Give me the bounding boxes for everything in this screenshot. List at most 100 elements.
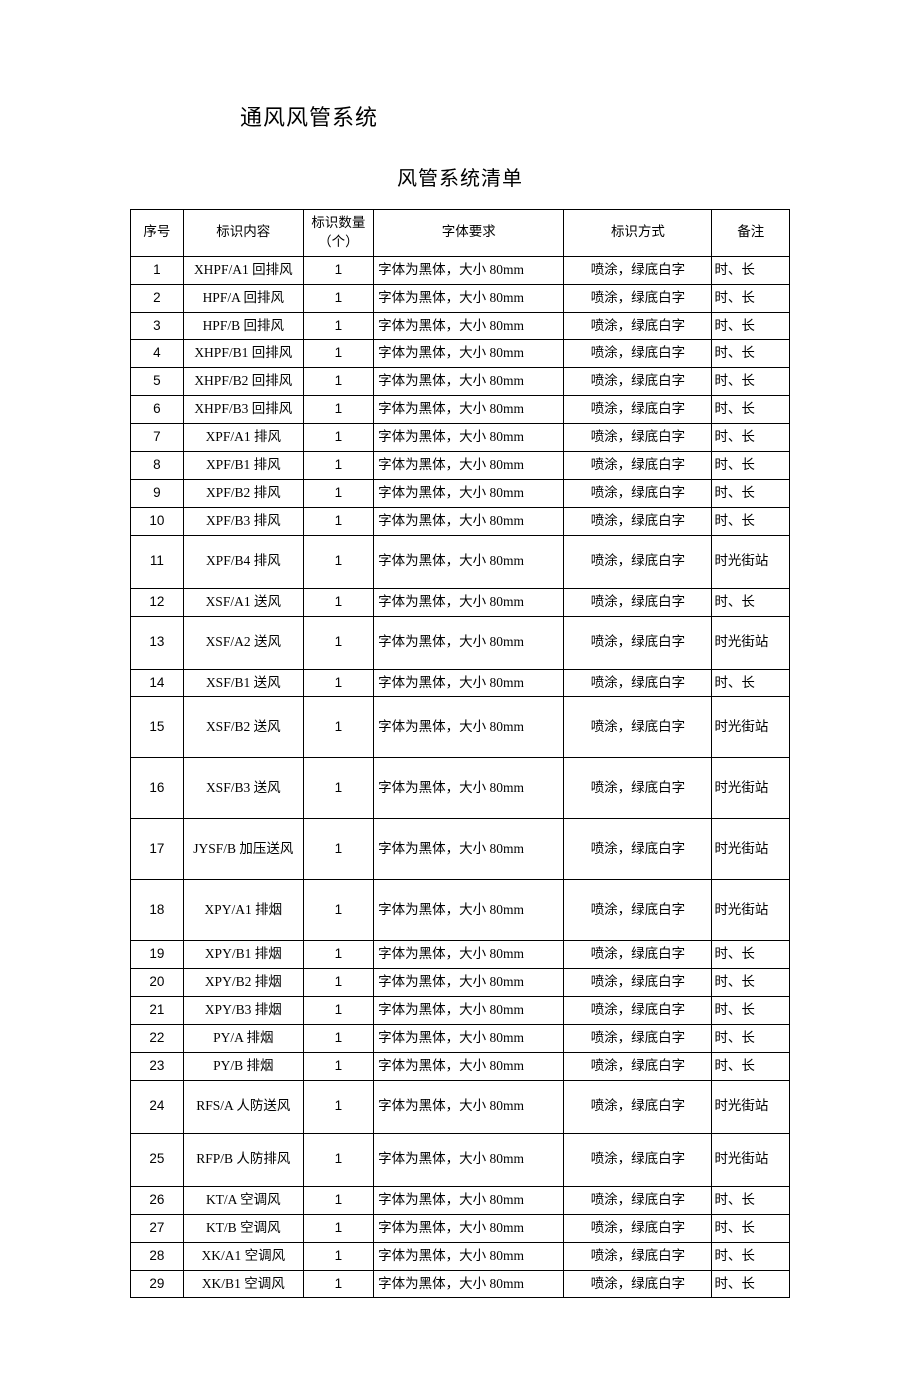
cell-method: 喷涂，绿底白字 bbox=[564, 819, 712, 880]
cell-seq: 7 bbox=[131, 424, 184, 452]
cell-font-req: 字体为黑体，大小 80mm bbox=[374, 1025, 564, 1053]
table-row: 11XPF/B4 排风1字体为黑体，大小 80mm喷涂，绿底白字时光街站 bbox=[131, 535, 790, 588]
cell-seq: 23 bbox=[131, 1053, 184, 1081]
cell-remark: 时、长 bbox=[712, 284, 790, 312]
cell-content: XPF/A1 排风 bbox=[183, 424, 303, 452]
cell-method: 喷涂，绿底白字 bbox=[564, 396, 712, 424]
cell-qty: 1 bbox=[303, 880, 373, 941]
cell-seq: 28 bbox=[131, 1242, 184, 1270]
cell-font-req: 字体为黑体，大小 80mm bbox=[374, 616, 564, 669]
cell-method: 喷涂，绿底白字 bbox=[564, 758, 712, 819]
cell-qty: 1 bbox=[303, 616, 373, 669]
table-row: 4XHPF/B1 回排风1字体为黑体，大小 80mm喷涂，绿底白字时、长 bbox=[131, 340, 790, 368]
cell-seq: 12 bbox=[131, 588, 184, 616]
cell-font-req: 字体为黑体，大小 80mm bbox=[374, 256, 564, 284]
table-row: 22PY/A 排烟1字体为黑体，大小 80mm喷涂，绿底白字时、长 bbox=[131, 1025, 790, 1053]
cell-method: 喷涂，绿底白字 bbox=[564, 669, 712, 697]
cell-remark: 时、长 bbox=[712, 256, 790, 284]
cell-qty: 1 bbox=[303, 588, 373, 616]
cell-method: 喷涂，绿底白字 bbox=[564, 535, 712, 588]
header-remark: 备注 bbox=[712, 210, 790, 257]
cell-font-req: 字体为黑体，大小 80mm bbox=[374, 1133, 564, 1186]
cell-remark: 时、长 bbox=[712, 452, 790, 480]
cell-seq: 14 bbox=[131, 669, 184, 697]
cell-remark: 时、长 bbox=[712, 1270, 790, 1298]
cell-font-req: 字体为黑体，大小 80mm bbox=[374, 479, 564, 507]
page-subtitle: 风管系统清单 bbox=[130, 162, 790, 191]
cell-font-req: 字体为黑体，大小 80mm bbox=[374, 669, 564, 697]
cell-seq: 26 bbox=[131, 1186, 184, 1214]
cell-method: 喷涂，绿底白字 bbox=[564, 1053, 712, 1081]
header-qty: 标识数量（个） bbox=[303, 210, 373, 257]
table-row: 1XHPF/A1 回排风1字体为黑体，大小 80mm喷涂，绿底白字时、长 bbox=[131, 256, 790, 284]
cell-qty: 1 bbox=[303, 1133, 373, 1186]
cell-remark: 时、长 bbox=[712, 588, 790, 616]
cell-content: XPY/B2 排烟 bbox=[183, 969, 303, 997]
cell-remark: 时光街站 bbox=[712, 819, 790, 880]
cell-seq: 9 bbox=[131, 479, 184, 507]
cell-content: XHPF/B3 回排风 bbox=[183, 396, 303, 424]
cell-content: PY/B 排烟 bbox=[183, 1053, 303, 1081]
cell-font-req: 字体为黑体，大小 80mm bbox=[374, 535, 564, 588]
cell-content: XSF/B1 送风 bbox=[183, 669, 303, 697]
cell-remark: 时光街站 bbox=[712, 697, 790, 758]
cell-content: XPF/B1 排风 bbox=[183, 452, 303, 480]
cell-qty: 1 bbox=[303, 758, 373, 819]
cell-method: 喷涂，绿底白字 bbox=[564, 1242, 712, 1270]
cell-remark: 时、长 bbox=[712, 424, 790, 452]
cell-remark: 时、长 bbox=[712, 1053, 790, 1081]
cell-qty: 1 bbox=[303, 479, 373, 507]
cell-qty: 1 bbox=[303, 396, 373, 424]
cell-seq: 5 bbox=[131, 368, 184, 396]
table-row: 29XK/B1 空调风1字体为黑体，大小 80mm喷涂，绿底白字时、长 bbox=[131, 1270, 790, 1298]
cell-seq: 27 bbox=[131, 1214, 184, 1242]
cell-font-req: 字体为黑体，大小 80mm bbox=[374, 969, 564, 997]
cell-seq: 22 bbox=[131, 1025, 184, 1053]
table-row: 15XSF/B2 送风1字体为黑体，大小 80mm喷涂，绿底白字时光街站 bbox=[131, 697, 790, 758]
table-row: 24RFS/A 人防送风1字体为黑体，大小 80mm喷涂，绿底白字时光街站 bbox=[131, 1080, 790, 1133]
cell-remark: 时光街站 bbox=[712, 535, 790, 588]
cell-content: XPF/B4 排风 bbox=[183, 535, 303, 588]
table-row: 7XPF/A1 排风1字体为黑体，大小 80mm喷涂，绿底白字时、长 bbox=[131, 424, 790, 452]
cell-qty: 1 bbox=[303, 819, 373, 880]
header-method: 标识方式 bbox=[564, 210, 712, 257]
cell-remark: 时光街站 bbox=[712, 880, 790, 941]
cell-font-req: 字体为黑体，大小 80mm bbox=[374, 507, 564, 535]
cell-seq: 6 bbox=[131, 396, 184, 424]
table-row: 12XSF/A1 送风1字体为黑体，大小 80mm喷涂，绿底白字时、长 bbox=[131, 588, 790, 616]
cell-seq: 8 bbox=[131, 452, 184, 480]
cell-content: XPF/B2 排风 bbox=[183, 479, 303, 507]
cell-content: KT/A 空调风 bbox=[183, 1186, 303, 1214]
table-row: 26KT/A 空调风1字体为黑体，大小 80mm喷涂，绿底白字时、长 bbox=[131, 1186, 790, 1214]
cell-method: 喷涂，绿底白字 bbox=[564, 256, 712, 284]
cell-font-req: 字体为黑体，大小 80mm bbox=[374, 880, 564, 941]
cell-content: XSF/B3 送风 bbox=[183, 758, 303, 819]
cell-content: XSF/B2 送风 bbox=[183, 697, 303, 758]
cell-method: 喷涂，绿底白字 bbox=[564, 588, 712, 616]
cell-qty: 1 bbox=[303, 1214, 373, 1242]
header-seq: 序号 bbox=[131, 210, 184, 257]
cell-qty: 1 bbox=[303, 535, 373, 588]
cell-qty: 1 bbox=[303, 697, 373, 758]
cell-font-req: 字体为黑体，大小 80mm bbox=[374, 819, 564, 880]
cell-remark: 时光街站 bbox=[712, 616, 790, 669]
cell-remark: 时、长 bbox=[712, 396, 790, 424]
cell-font-req: 字体为黑体，大小 80mm bbox=[374, 588, 564, 616]
cell-content: RFP/B 人防排风 bbox=[183, 1133, 303, 1186]
cell-method: 喷涂，绿底白字 bbox=[564, 507, 712, 535]
table-row: 5XHPF/B2 回排风1字体为黑体，大小 80mm喷涂，绿底白字时、长 bbox=[131, 368, 790, 396]
header-content: 标识内容 bbox=[183, 210, 303, 257]
cell-qty: 1 bbox=[303, 1186, 373, 1214]
cell-content: XSF/A2 送风 bbox=[183, 616, 303, 669]
cell-remark: 时、长 bbox=[712, 312, 790, 340]
cell-method: 喷涂，绿底白字 bbox=[564, 424, 712, 452]
cell-font-req: 字体为黑体，大小 80mm bbox=[374, 1270, 564, 1298]
cell-method: 喷涂，绿底白字 bbox=[564, 1270, 712, 1298]
cell-qty: 1 bbox=[303, 1053, 373, 1081]
cell-seq: 2 bbox=[131, 284, 184, 312]
cell-remark: 时、长 bbox=[712, 1186, 790, 1214]
cell-qty: 1 bbox=[303, 452, 373, 480]
cell-seq: 10 bbox=[131, 507, 184, 535]
cell-seq: 17 bbox=[131, 819, 184, 880]
table-row: 13XSF/A2 送风1字体为黑体，大小 80mm喷涂，绿底白字时光街站 bbox=[131, 616, 790, 669]
